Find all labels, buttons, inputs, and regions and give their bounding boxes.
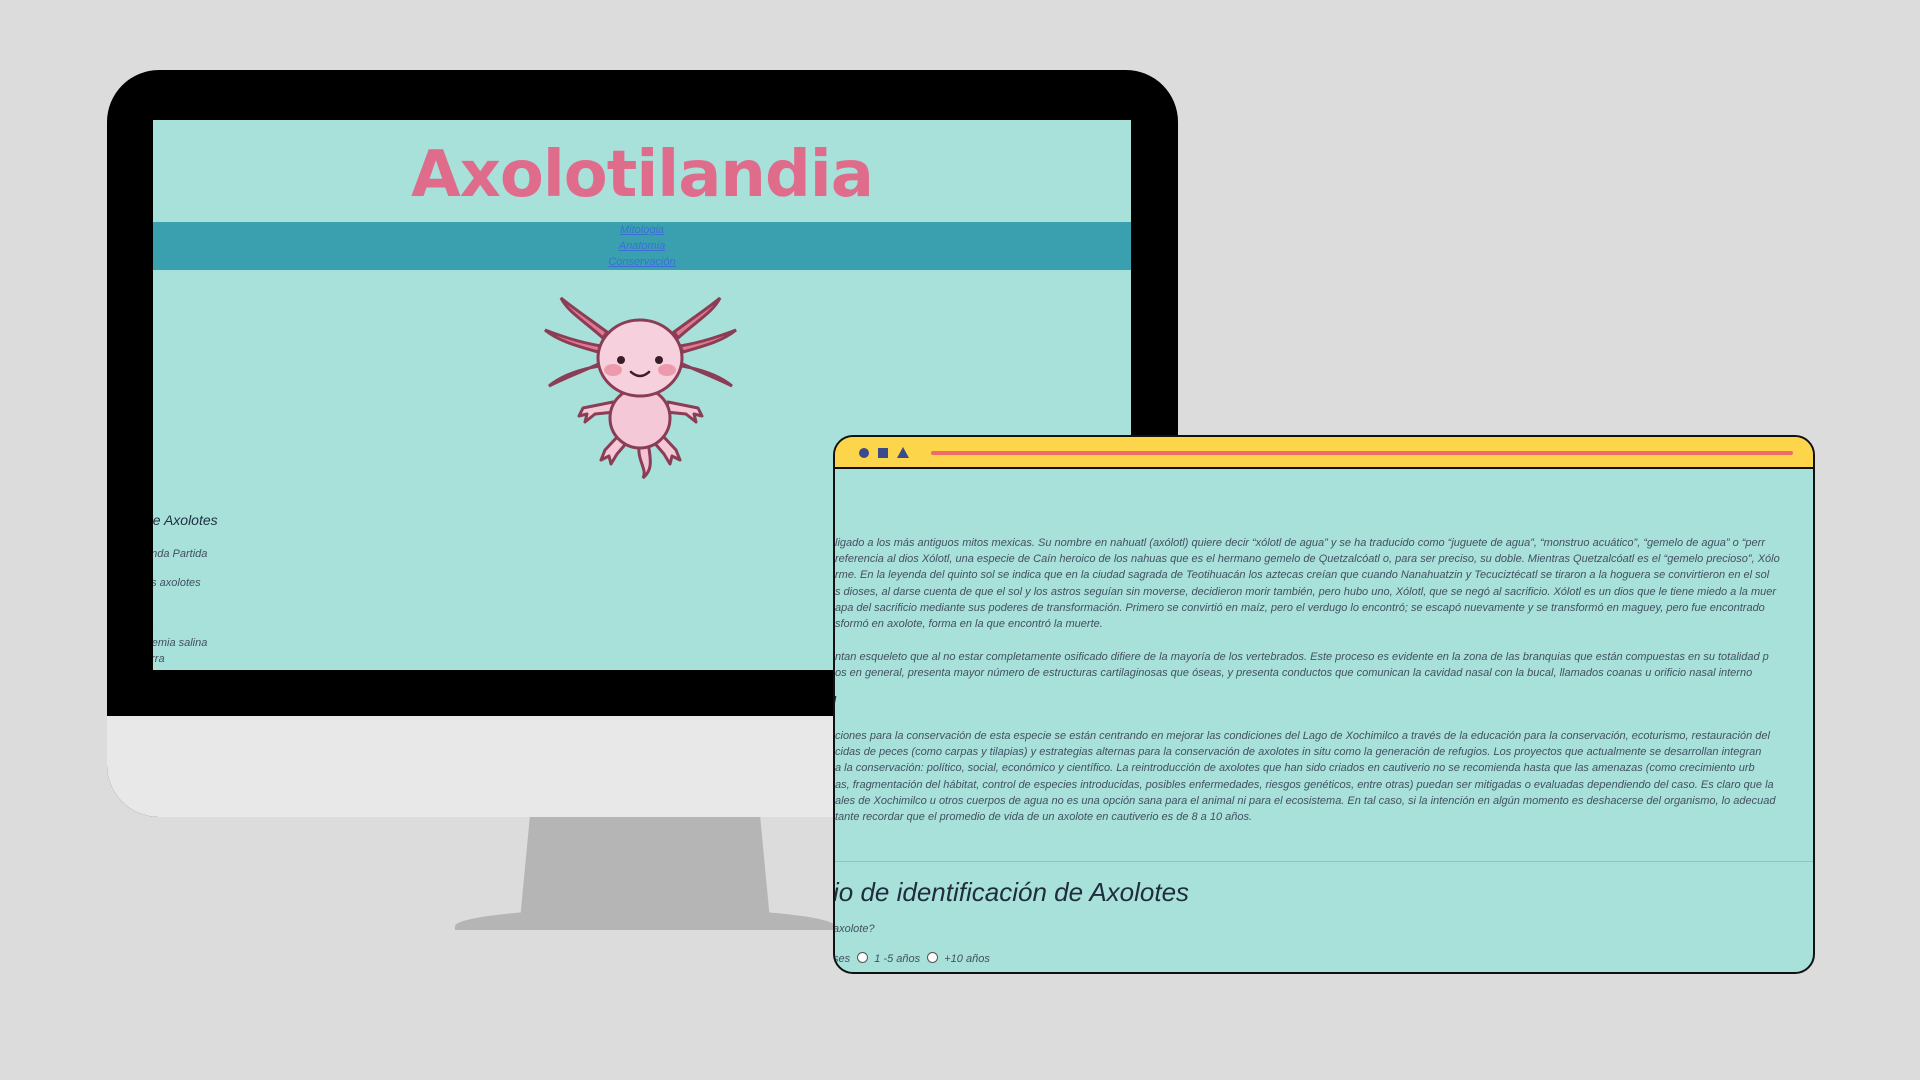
monitor-stand-neck	[520, 815, 770, 920]
paragraph-line: referencia al dios Xólotl, una especie d…	[835, 553, 1780, 566]
monitor-form-line: ia	[153, 621, 154, 633]
monitor-form-line: os axolotes	[153, 577, 201, 589]
nav-link-conservacion[interactable]: Conservación	[153, 254, 1131, 270]
window-title-bar	[835, 437, 1813, 469]
browser-window: ligado a los más antiguos mitos mexicas.…	[833, 435, 1815, 974]
conservacion-heading: l	[835, 693, 836, 709]
radio-label: ses	[835, 953, 851, 965]
paragraph-line: sformó en axolote, forma en la que encon…	[835, 618, 1103, 631]
window-triangle-icon[interactable]	[897, 447, 909, 458]
window-square-icon[interactable]	[878, 448, 888, 458]
monitor-form-line: erra	[153, 653, 165, 665]
radio-label: 1 -5 años	[874, 953, 921, 965]
monitor-stand-base	[455, 908, 835, 930]
paragraph-line: ntan esqueleto que al no estar completam…	[835, 651, 1769, 663]
window-circle-icon[interactable]	[859, 448, 869, 458]
nav-link-mitologia[interactable]: Mitologia	[153, 222, 1131, 238]
paragraph-line: as, fragmentación del hábitat, control d…	[835, 778, 1774, 791]
paragraph-line: ales de Xochimilco u otros cuerpos de ag…	[835, 794, 1776, 807]
age-radio-group: ses 1 -5 años +10 años	[835, 952, 990, 965]
paragraph-line: tante recordar que el promedio de vida d…	[835, 811, 1253, 824]
paragraph-line: s dioses, al darse cuenta de que el sol …	[835, 585, 1777, 598]
form-question: axolote?	[835, 923, 875, 935]
monitor-form-heading: de Axolotes	[153, 512, 218, 528]
paragraph-line: apa del sacrificio mediante sus poderes …	[835, 601, 1765, 614]
monitor-form-line: anda Partida	[153, 548, 208, 560]
site-title: Axolotilandia	[411, 138, 874, 212]
axolotl-illustration	[544, 296, 737, 480]
paragraph-line: rme. En la leyenda del quinto sol se ind…	[835, 569, 1770, 582]
radio-1-5-years[interactable]	[857, 952, 869, 963]
paragraph-line: ciones para la conservación de esta espe…	[835, 730, 1770, 742]
identification-form-heading: io de identificación de Axolotes	[835, 877, 1190, 907]
section-divider	[835, 861, 1813, 862]
anatomia-paragraph: ntan esqueleto que al no estar completam…	[835, 649, 1813, 681]
conservacion-paragraph: ciones para la conservación de esta espe…	[835, 728, 1813, 825]
paragraph-line: cidas de peces (como carpas y tilapias) …	[835, 746, 1762, 759]
paragraph-line: a la conservación: político, social, eco…	[835, 762, 1755, 775]
monitor-form-line: rtemia salina	[153, 637, 208, 649]
paragraph-line: os en general, presenta mayor número de …	[835, 667, 1753, 680]
radio-10-plus-years[interactable]	[927, 952, 939, 963]
mitologia-paragraph: ligado a los más antiguos mitos mexicas.…	[835, 535, 1813, 632]
paragraph-line: ligado a los más antiguos mitos mexicas.…	[835, 537, 1765, 549]
site-nav: Mitologia Anatomia Conservación	[153, 222, 1131, 270]
window-content: ligado a los más antiguos mitos mexicas.…	[835, 469, 1813, 972]
radio-label: +10 años	[944, 953, 990, 965]
nav-link-anatomia[interactable]: Anatomia	[153, 238, 1131, 254]
address-bar[interactable]	[931, 451, 1793, 455]
